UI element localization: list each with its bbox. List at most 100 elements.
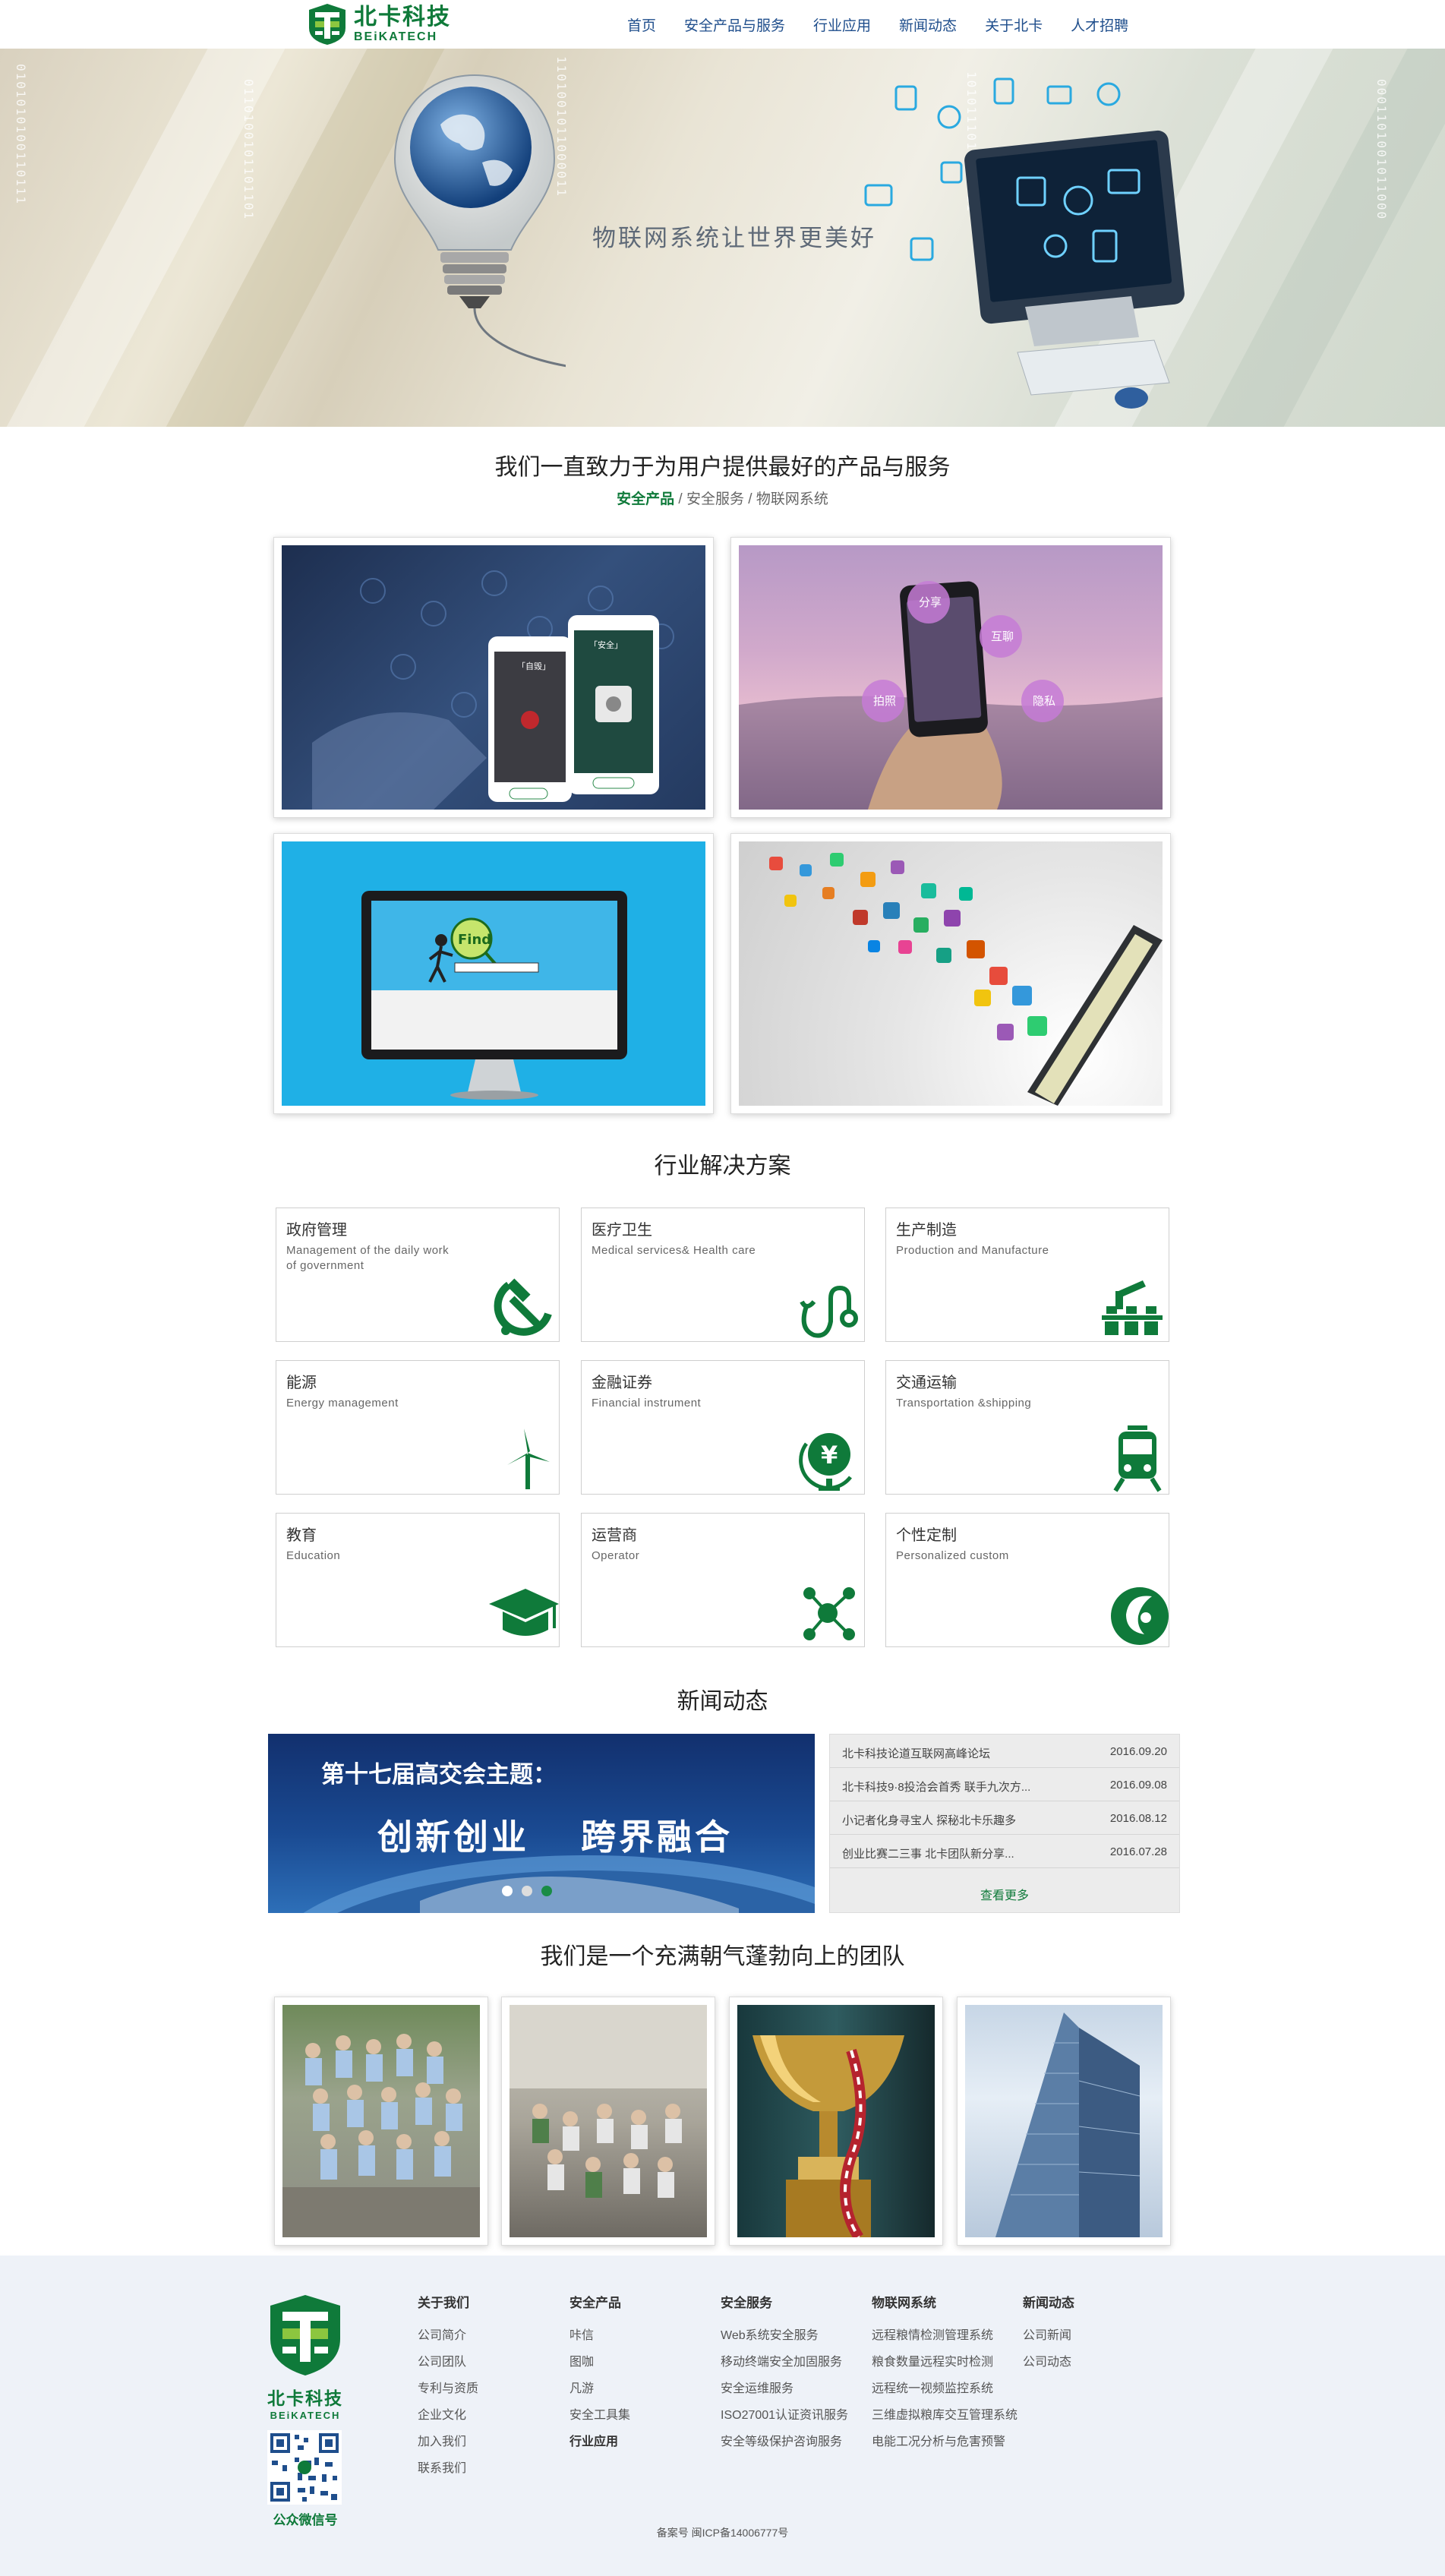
team-photo-card[interactable] [274,1997,488,2246]
trophy-illustration [752,2035,904,2237]
nav-careers[interactable]: 人才招聘 [1071,14,1128,35]
footer-link[interactable]: 安全运维服务 [721,2376,848,2402]
nav-news[interactable]: 新闻动态 [899,14,957,35]
industry-card-education[interactable]: 教育 Education [276,1513,560,1647]
footer-link[interactable]: 咔信 [569,2322,630,2349]
industry-card-government[interactable]: 政府管理 Management of the daily work of gov… [276,1208,560,1342]
logo-cn-text: 北卡科技 [354,4,451,30]
industry-name: 生产制造 [896,1222,957,1239]
footer-link-industry[interactable]: 行业应用 [569,2429,630,2455]
industry-name: 个性定制 [896,1527,957,1544]
news-item[interactable]: 北卡科技论道互联网高峰论坛 2016.09.20 [830,1735,1179,1768]
icp-record: 备案号 闽ICP备14006777号 [656,2527,789,2539]
news-slide-dot-3[interactable] [541,1886,552,1896]
footer-link[interactable]: Web系统安全服务 [721,2322,848,2349]
computer-iot-illustration [864,77,1185,409]
footer-link[interactable]: 三维虚拟粮库交互管理系统 [872,2402,1017,2429]
news-item[interactable]: 小记者化身寻宝人 探秘北卡乐趣多 2016.08.12 [830,1801,1179,1835]
nav-products-services[interactable]: 安全产品与服务 [684,14,785,35]
news-slide-indicators [502,1886,552,1896]
industry-card-finance[interactable]: 金融证券 Financial instrument ¥ [581,1360,865,1495]
news-banner[interactable]: 第十七届高交会主题： 创新创业 跨界融合 [268,1734,815,1913]
footer-link[interactable]: 安全工具集 [569,2402,630,2429]
product-image: 「自毁」 「安全」 [282,545,705,810]
site-header: 北卡科技 BEiKATECH 首页 安全产品与服务 行业应用 新闻动态 关于北卡… [0,0,1445,49]
footer-column-head: 关于我们 [418,2296,469,2310]
footer-link[interactable]: 移动终端安全加固服务 [721,2349,848,2376]
footer-column-about: 关于我们 公司简介 公司团队 专利与资质 企业文化 加入我们 联系我们 [418,2292,478,2482]
team-photo-card[interactable] [501,1997,715,2246]
nav-home[interactable]: 首页 [627,14,656,35]
footer-link[interactable]: 粮食数量远程实时检测 [872,2349,1017,2376]
footer-column-services: 安全服务 Web系统安全服务 移动终端安全加固服务 安全运维服务 ISO2700… [721,2292,848,2455]
monitor-find-illustration: Find [361,891,627,1100]
news-more-link[interactable]: 查看更多 [830,1885,1179,1903]
industry-name: 医疗卫生 [592,1222,652,1239]
footer-link[interactable]: 远程统一视频监控系统 [872,2376,1017,2402]
tab-iot-systems[interactable]: 物联网系统 [756,491,828,507]
nav-about[interactable]: 关于北卡 [985,14,1043,35]
industry-name-en: Production and Manufacture [896,1244,1049,1257]
yen-globe-icon: ¥ [799,1433,852,1491]
binary-pattern: 0101010100110111 [14,64,28,206]
footer-link[interactable]: 公司动态 [1023,2349,1074,2376]
team-stairs-photo [510,2005,707,2237]
footer-link[interactable]: 专利与资质 [418,2376,478,2402]
news-title: 新闻动态 [677,1689,768,1714]
product-card[interactable]: Find [273,833,714,1114]
phone-screen-label: 「自毁」 [517,661,551,671]
news-item-date: 2016.09.08 [1109,1779,1167,1792]
industry-card-custom[interactable]: 个性定制 Personalized custom [885,1513,1169,1647]
news-item[interactable]: 北卡科技9·8投洽会首秀 联手九次方... 2016.09.08 [830,1768,1179,1801]
banner-slogan: 物联网系统让世界更美好 [592,225,876,251]
binary-pattern: 0110100101101101 [241,79,256,221]
wechat-qr-code [267,2430,342,2505]
industry-card-manufacture[interactable]: 生产制造 Production and Manufacture [885,1208,1169,1342]
news-item[interactable]: 创业比赛二三事 北卡团队新分享... 2016.07.28 [830,1835,1179,1868]
bubble-label: 互聊 [991,630,1014,643]
people-group-illustration [282,2034,480,2237]
news-item-title: 小记者化身寻宝人 探秘北卡乐趣多 [842,1814,1017,1827]
industry-card-medical[interactable]: 医疗卫生 Medical services& Health care [581,1208,865,1342]
footer-link[interactable]: 加入我们 [418,2429,478,2455]
footer-link[interactable]: 公司简介 [418,2322,478,2349]
industry-card-operator[interactable]: 运营商 Operator [581,1513,865,1647]
footer-logo[interactable]: 北卡科技 BEiKATECH [267,2293,343,2421]
hero-banner[interactable]: 0101010100110111 0110100101101101 110100… [0,49,1445,427]
wind-turbine-icon [507,1428,550,1489]
product-tabs: 安全产品 / 安全服务 / 物联网系统 [0,488,1445,508]
tab-separator: / [678,491,686,507]
news-list: 北卡科技论道互联网高峰论坛 2016.09.20 北卡科技9·8投洽会首秀 联手… [829,1734,1180,1913]
product-card[interactable]: 分享 互聊 拍照 隐私 [730,537,1171,818]
news-slide-dot-2[interactable] [522,1886,532,1896]
footer-link[interactable]: 企业文化 [418,2402,478,2429]
footer-link[interactable]: 远程粮情检测管理系统 [872,2322,1017,2349]
industry-name-en: Transportation &shipping [896,1397,1032,1410]
footer-link[interactable]: 凡游 [569,2376,630,2402]
news-banner-line1: 第十七届高交会主题： [321,1761,557,1788]
footer-link[interactable]: 电能工况分析与危害预警 [872,2429,1017,2455]
footer-link[interactable]: 图咖 [569,2349,630,2376]
site-logo[interactable]: 北卡科技 BEiKATECH [307,2,474,47]
industry-card-energy[interactable]: 能源 Energy management [276,1360,560,1495]
industry-card-transport[interactable]: 交通运输 Transportation &shipping [885,1360,1169,1495]
hammer-sickle-icon [494,1278,552,1336]
news-banner-slogan-b: 跨界融合 [581,1817,733,1857]
team-photo-card[interactable] [729,1997,943,2246]
footer-link[interactable]: 安全等级保护咨询服务 [721,2429,848,2455]
product-image: Find [282,841,705,1106]
product-card[interactable]: 「自毁」 「安全」 [273,537,714,818]
industry-name: 政府管理 [286,1222,347,1239]
tab-security-services[interactable]: 安全服务 [686,491,744,507]
tablet-apps-illustration [769,853,1163,1106]
stethoscope-icon [800,1285,858,1338]
tab-security-products[interactable]: 安全产品 [617,491,674,507]
footer-link[interactable]: 公司新闻 [1023,2322,1074,2349]
product-card[interactable] [730,833,1171,1114]
footer-link[interactable]: 公司团队 [418,2349,478,2376]
team-photo-card[interactable] [957,1997,1171,2246]
news-slide-dot-1[interactable] [502,1886,513,1896]
footer-link[interactable]: ISO27001认证资讯服务 [721,2402,848,2429]
nav-industry[interactable]: 行业应用 [813,14,871,35]
footer-link[interactable]: 联系我们 [418,2455,478,2482]
